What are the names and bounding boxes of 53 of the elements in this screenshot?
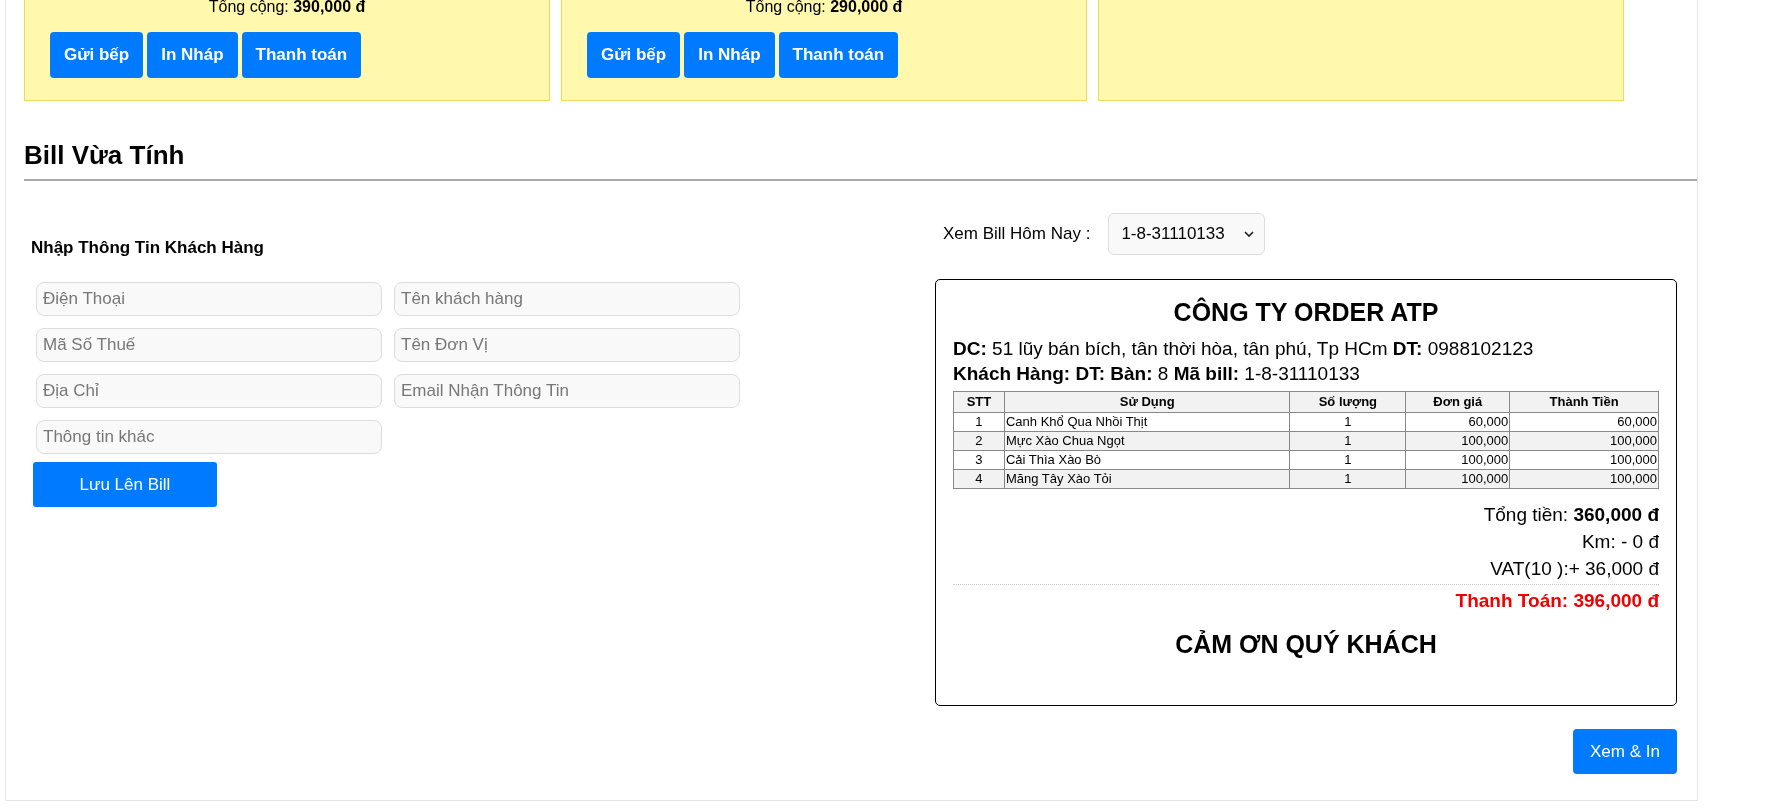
order-action-button[interactable]: In Nháp <box>684 32 775 78</box>
order-action-button[interactable]: In Nháp <box>147 32 238 78</box>
total-line: Tổng tiền: 360,000 đ <box>1483 502 1659 527</box>
view-bill-label: Xem Bill Hôm Nay : <box>943 223 1091 246</box>
thank-you-text: CẢM ƠN QUÝ KHÁCH <box>1175 628 1437 660</box>
section-title: Bill Vừa Tính <box>24 139 185 171</box>
input-field[interactable]: Địa Chỉ <box>36 374 382 408</box>
table-cell: 100,000 <box>1509 431 1659 450</box>
company-name: CÔNG TY ORDER ATP <box>1173 296 1439 328</box>
column-header: Sử Dụng <box>1004 391 1290 412</box>
table-cell: 100,000 <box>1405 431 1510 450</box>
table-cell: 1 <box>1289 431 1406 450</box>
receipt-info-line: DC: 51 lũy bán bích, tân thời hòa, tân phú, Tp HCm DT: 0988102123 <box>953 337 1534 361</box>
table-cell: 60,000 <box>1405 412 1510 431</box>
order-action-button[interactable]: Gửi bếp <box>587 32 681 78</box>
table-cell: 2 <box>953 431 1005 450</box>
table-cell: 1 <box>1289 450 1406 469</box>
table-cell: 60,000 <box>1509 412 1659 431</box>
table-cell: Cải Thìa Xào Bò <box>1004 450 1290 469</box>
table-cell: Măng Tây Xào Tỏi <box>1004 469 1290 488</box>
table-cell: 100,000 <box>1509 450 1659 469</box>
input-field[interactable]: Điện Thoại <box>36 282 382 316</box>
chevron-down-icon <box>1244 230 1255 238</box>
column-header: Số lượng <box>1289 391 1406 412</box>
total-line: Km: - 0 đ <box>1581 529 1659 554</box>
column-header: STT <box>953 391 1005 412</box>
input-field[interactable]: Tên Đơn Vị <box>394 328 740 362</box>
table-cell: 100,000 <box>1405 469 1510 488</box>
column-header: Đơn giá <box>1405 391 1510 412</box>
table-cell: 100,000 <box>1405 450 1510 469</box>
table-cell: 1 <box>1289 469 1406 488</box>
input-field[interactable]: Thông tin khác <box>36 420 382 454</box>
order-action-button[interactable]: Gửi bếp <box>50 32 144 78</box>
bill-select[interactable]: 1-8-31110133 <box>1108 213 1266 255</box>
table-cell: 1 <box>953 412 1005 431</box>
total-line: VAT(10 ):+ 36,000 đ <box>1490 556 1659 581</box>
table-cell: Canh Khổ Qua Nhồi Thịt <box>1004 412 1290 431</box>
order-action-button[interactable]: Thanh toán <box>241 32 362 78</box>
form-title: Nhập Thông Tin Khách Hàng <box>31 237 264 259</box>
grand-total: Thanh Toán: 396,000 đ <box>1455 588 1659 613</box>
table-cell: 100,000 <box>1509 469 1659 488</box>
order-action-button[interactable]: Thanh toán <box>778 32 899 78</box>
table-cell: 1 <box>1289 412 1406 431</box>
receipt-info-line: Khách Hàng: DT: Bàn: 8 Mã bill: 1-8-31110133 <box>953 362 1360 386</box>
input-field[interactable]: Email Nhận Thông Tin <box>394 374 740 408</box>
column-header: Thành Tiền <box>1509 391 1659 412</box>
view-and-print-button[interactable]: Xem & In <box>1573 729 1677 774</box>
table-cell: Mực Xào Chua Ngọt <box>1004 431 1290 450</box>
input-field[interactable]: Mã Số Thuế <box>36 328 382 362</box>
table-cell: 4 <box>953 469 1005 488</box>
input-field[interactable]: Tên khách hàng <box>394 282 740 316</box>
save-to-bill-button[interactable]: Lưu Lên Bill <box>33 462 217 507</box>
table-cell: 3 <box>953 450 1005 469</box>
